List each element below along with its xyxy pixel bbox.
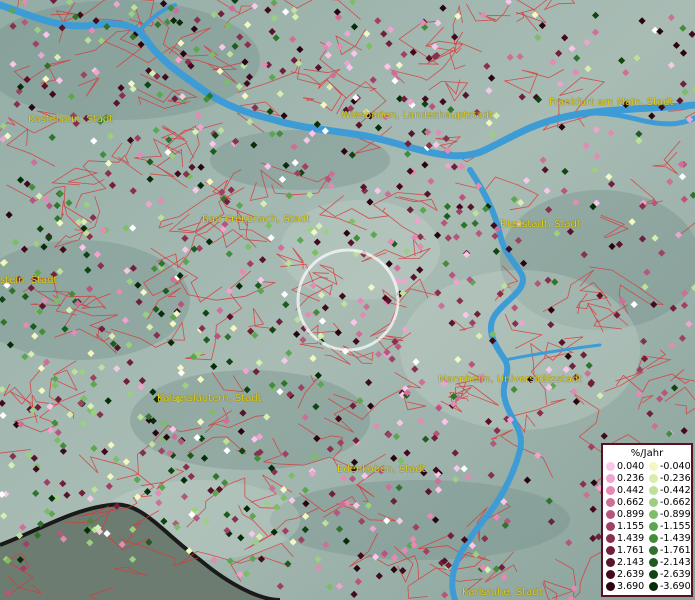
- city-label-kastellaun: Kastellaun, Stadt: [28, 114, 114, 125]
- city-label-frankfurt: Frankfurt am Main, Stadt: [549, 97, 674, 108]
- legend-swatch: [649, 486, 658, 495]
- legend-swatch: [649, 522, 658, 531]
- legend-label: 0.899: [617, 509, 645, 520]
- legend-swatch: [606, 582, 615, 591]
- legend-label: -3.690: [660, 581, 691, 592]
- legend-label: -0.236: [660, 473, 691, 484]
- city-label-wiesbaden: Wiesbaden, Landeshauptstadt: [341, 110, 493, 121]
- legend-swatch: [606, 522, 615, 531]
- legend-swatch: [649, 558, 658, 567]
- legend-swatch: [649, 510, 658, 519]
- legend-label: -1.761: [660, 545, 691, 556]
- legend-label: 0.662: [617, 497, 645, 508]
- legend-swatch: [606, 534, 615, 543]
- legend-row: 0.236 -0.236: [603, 473, 691, 484]
- legend-swatch: [606, 474, 615, 483]
- legend-label: -0.662: [660, 497, 691, 508]
- legend-label: 0.040: [617, 461, 645, 472]
- legend-row: 0.040 -0.040: [603, 461, 691, 472]
- city-label-bad-kreuznach: Bad Kreuznach, Stadt: [202, 214, 311, 225]
- legend-swatch: [649, 498, 658, 507]
- legend-row: 1.439 -1.439: [603, 533, 691, 544]
- legend-row: 2.143 -2.143: [603, 557, 691, 568]
- city-label-kaiserslautern: Kaiserslautern, Stadt: [157, 393, 262, 404]
- legend-label: 1.439: [617, 533, 645, 544]
- legend-row: 0.662 -0.662: [603, 497, 691, 508]
- legend-swatch: [606, 498, 615, 507]
- legend-label: 1.155: [617, 521, 645, 532]
- legend-swatch: [649, 546, 658, 555]
- legend-label: 0.442: [617, 485, 645, 496]
- legend-swatch: [649, 462, 658, 471]
- city-label-karlsruhe: Karlsruhe, Stadt: [462, 587, 543, 598]
- legend-label: -1.155: [660, 521, 691, 532]
- legend-swatch: [606, 570, 615, 579]
- legend: %/Jahr 0.040 -0.040 0.236 -0.236 0.442 -0.442…: [601, 443, 693, 597]
- legend-label: 1.761: [617, 545, 645, 556]
- legend-swatch: [649, 570, 658, 579]
- legend-label: 3.690: [617, 581, 645, 592]
- legend-label: -0.442: [660, 485, 691, 496]
- legend-row: 3.690 -3.690: [603, 581, 691, 592]
- legend-swatch: [649, 582, 658, 591]
- legend-swatch: [649, 534, 658, 543]
- legend-label: 2.639: [617, 569, 645, 580]
- legend-label: -2.639: [660, 569, 691, 580]
- legend-swatch: [606, 462, 615, 471]
- legend-row: 0.899 -0.899: [603, 509, 691, 520]
- legend-row: 2.639 -2.639: [603, 569, 691, 580]
- map-canvas[interactable]: [0, 0, 695, 600]
- legend-label: -0.899: [660, 509, 691, 520]
- legend-swatch: [606, 546, 615, 555]
- legend-label: 0.236: [617, 473, 645, 484]
- city-label-stein: stein, Stadt: [0, 275, 58, 286]
- legend-title: %/Jahr: [630, 448, 664, 459]
- legend-swatch: [606, 486, 615, 495]
- legend-label: 2.143: [617, 557, 645, 568]
- legend-row: 1.761 -1.761: [603, 545, 691, 556]
- city-label-edenkoben: Edenkoben, Stadt: [337, 464, 426, 475]
- legend-swatch: [649, 474, 658, 483]
- legend-label: -0.040: [660, 461, 691, 472]
- city-label-mannheim: Mannheim, Universitätsstadt: [438, 374, 583, 385]
- legend-label: -1.439: [660, 533, 691, 544]
- legend-swatch: [606, 510, 615, 519]
- city-label-riedstadt: Riedstadt, Stadt: [500, 219, 581, 230]
- legend-label: -2.143: [660, 557, 691, 568]
- legend-swatch: [606, 558, 615, 567]
- legend-row: 1.155 -1.155: [603, 521, 691, 532]
- legend-row: 0.442 -0.442: [603, 485, 691, 496]
